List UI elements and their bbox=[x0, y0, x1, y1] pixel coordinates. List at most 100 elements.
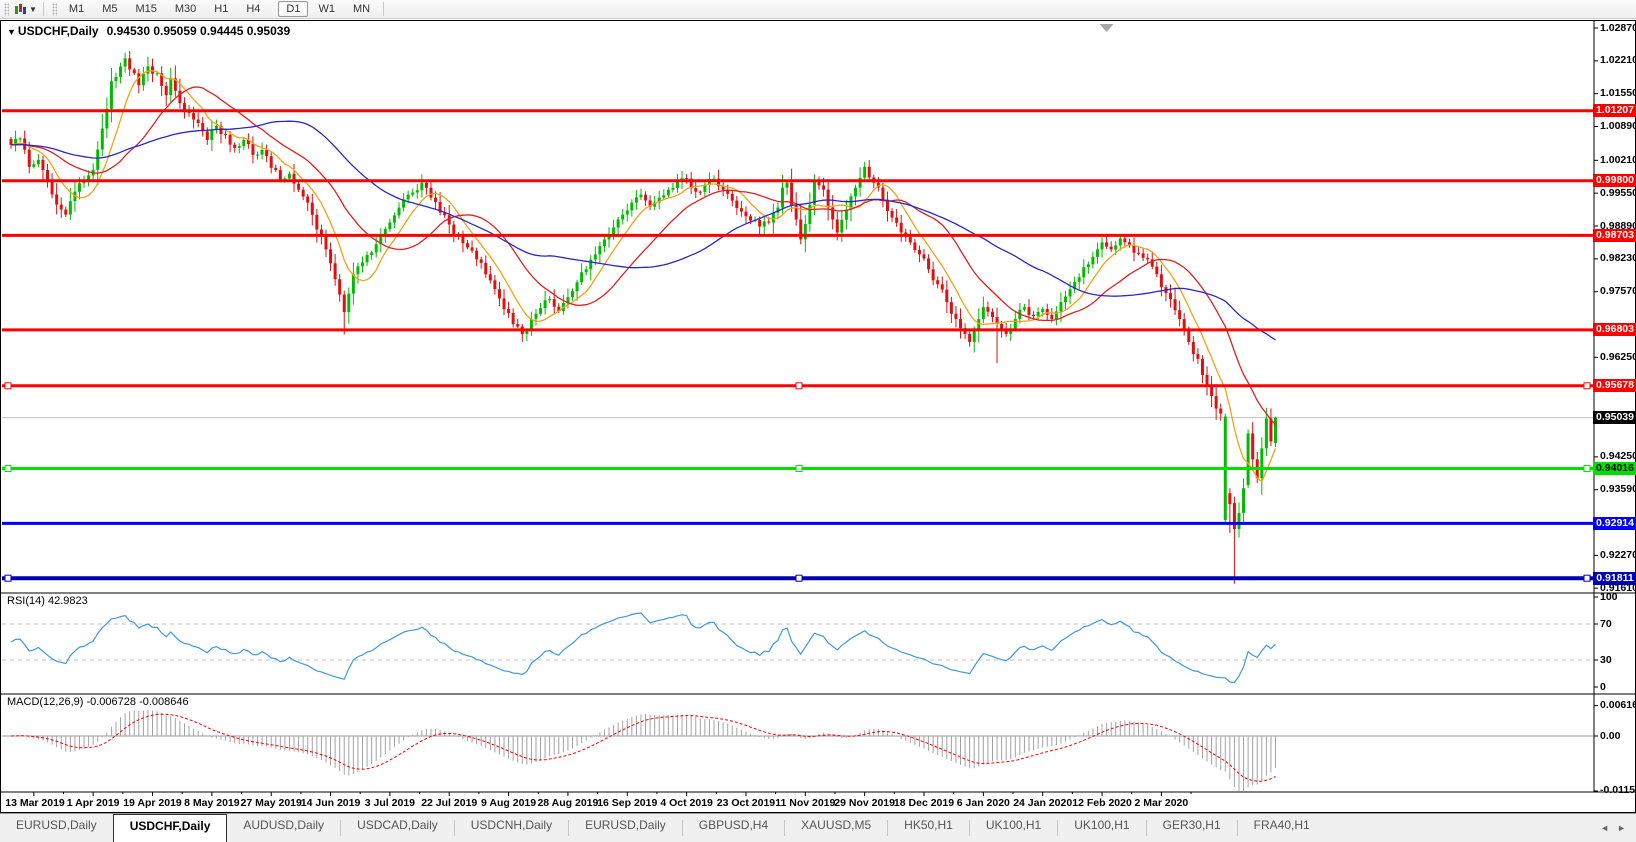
price-axis-tick-label: 0.98230 bbox=[1600, 252, 1636, 265]
timeframe-button-m15[interactable]: M15 bbox=[127, 1, 164, 17]
chart-tabs: EURUSD,DailyUSDCHF,DailyAUDUSD,DailyUSDC… bbox=[0, 814, 1326, 842]
price-axis-tick-label: 1.02870 bbox=[1600, 22, 1636, 35]
symbol-period-label: USDCHF,Daily bbox=[18, 24, 99, 38]
line-drag-handle[interactable] bbox=[1584, 575, 1590, 581]
date-axis-label: 18 Dec 2019 bbox=[894, 797, 954, 809]
rsi-axis-label: 30 bbox=[1600, 654, 1612, 667]
chart-tab-ger30-h1[interactable]: GER30,H1 bbox=[1147, 814, 1237, 842]
timeframe-button-h4[interactable]: H4 bbox=[238, 1, 268, 17]
macd-axis-label: -0.011531 bbox=[1600, 784, 1636, 797]
price-level-badge-0.95678: 0.95678 bbox=[1593, 379, 1636, 392]
line-drag-handle[interactable] bbox=[5, 383, 11, 389]
chart-tab-gbpusd-h4[interactable]: GBPUSD,H4 bbox=[683, 814, 784, 842]
ohlc-values: 0.94530 0.95059 0.94445 0.95039 bbox=[107, 24, 291, 38]
toolbar-grip[interactable] bbox=[52, 3, 57, 16]
bar-chart-icon[interactable] bbox=[14, 3, 27, 16]
line-drag-handle[interactable] bbox=[796, 465, 802, 471]
price-axis-tick-label: 0.99550 bbox=[1600, 187, 1636, 200]
date-axis-label: 22 Jul 2019 bbox=[421, 797, 477, 809]
date-axis-label: 16 Sep 2019 bbox=[597, 797, 657, 809]
chart-tab-usdchf-daily[interactable]: USDCHF,Daily bbox=[113, 814, 228, 842]
timeframe-button-m5[interactable]: M5 bbox=[94, 1, 125, 17]
line-drag-handle[interactable] bbox=[796, 383, 802, 389]
chart-tab-bar: EURUSD,DailyUSDCHF,DailyAUDUSD,DailyUSDC… bbox=[0, 813, 1636, 842]
date-axis-label: 28 Aug 2019 bbox=[537, 797, 598, 809]
line-drag-handle[interactable] bbox=[796, 575, 802, 581]
rsi-axis-label: 100 bbox=[1600, 591, 1618, 604]
price-axis-tick-label: 0.97570 bbox=[1600, 285, 1636, 298]
timeframe-button-m1[interactable]: M1 bbox=[61, 1, 92, 17]
chart-tab-hk50-h1[interactable]: HK50,H1 bbox=[888, 814, 969, 842]
date-axis-label: 24 Jan 2020 bbox=[1013, 797, 1072, 809]
collapse-triangle-icon[interactable]: ▼ bbox=[7, 27, 16, 37]
price-axis-tick-label: 1.00210 bbox=[1600, 154, 1636, 167]
price-level-badge-0.99800: 0.99800 bbox=[1593, 174, 1636, 187]
price-axis-tick-label: 0.96250 bbox=[1600, 351, 1636, 364]
toolbar-separator bbox=[383, 2, 384, 16]
price-axis-tick-label: 0.93590 bbox=[1600, 483, 1636, 496]
rsi-pane bbox=[2, 613, 1594, 683]
moving-average-line-21 bbox=[11, 87, 1276, 425]
price-level-badge-1.01207: 1.01207 bbox=[1593, 104, 1636, 117]
price-level-badge-0.91811: 0.91811 bbox=[1593, 572, 1636, 585]
timeframe-button-w1[interactable]: W1 bbox=[310, 1, 343, 17]
date-axis-label: 6 Jan 2020 bbox=[957, 797, 1010, 809]
date-axis-label: 1 Apr 2019 bbox=[67, 797, 120, 809]
toolbar-separator bbox=[43, 2, 44, 16]
date-axis-label: 8 May 2019 bbox=[184, 797, 239, 809]
rsi-axis-label: 70 bbox=[1600, 618, 1612, 631]
triangle-marker-icon bbox=[1100, 24, 1114, 32]
chart-tab-eurusd-daily[interactable]: EURUSD,Daily bbox=[569, 814, 682, 842]
chart-title: ▼USDCHF,Daily 0.94530 0.95059 0.94445 0.… bbox=[7, 24, 290, 38]
date-axis-label: 13 Mar 2019 bbox=[5, 797, 65, 809]
chart-tab-xauusd-m5[interactable]: XAUUSD,M5 bbox=[785, 814, 887, 842]
price-level-badge-0.96803: 0.96803 bbox=[1593, 323, 1636, 336]
price-level-badge-0.94016: 0.94016 bbox=[1593, 462, 1636, 475]
date-axis-label: 14 Jun 2019 bbox=[301, 797, 361, 809]
line-drag-handle[interactable] bbox=[1584, 465, 1590, 471]
chart-tab-usdcnh-daily[interactable]: USDCNH,Daily bbox=[455, 814, 568, 842]
moving-average-line-8 bbox=[11, 71, 1276, 482]
rsi-line bbox=[11, 613, 1276, 683]
candlestick-chart-canvas[interactable] bbox=[1, 21, 1636, 814]
timeframe-buttons: M1M5M15M30H1H4 D1W1MN bbox=[60, 3, 379, 15]
timeframe-button-d1[interactable]: D1 bbox=[278, 1, 308, 17]
macd-pane bbox=[2, 710, 1594, 792]
macd-signal-line bbox=[11, 714, 1276, 781]
chart-tab-uk100-h1[interactable]: UK100,H1 bbox=[1058, 814, 1145, 842]
trading-app-window: ▼ M1M5M15M30H1H4D1W1MN ▼USDCHF,Daily 0.9… bbox=[0, 0, 1636, 842]
price-level-badge-0.95039: 0.95039 bbox=[1593, 411, 1636, 424]
tab-scroll-right-icon[interactable]: ► bbox=[1617, 823, 1626, 833]
chevron-down-icon[interactable]: ▼ bbox=[29, 5, 37, 14]
chart-tab-fra40-h1[interactable]: FRA40,H1 bbox=[1238, 814, 1326, 842]
date-axis-label: 3 Jul 2019 bbox=[365, 797, 415, 809]
date-axis-label: 9 Aug 2019 bbox=[481, 797, 536, 809]
date-axis-label: 2 Mar 2020 bbox=[1135, 797, 1189, 809]
price-axis-tick-label: 1.02210 bbox=[1600, 54, 1636, 67]
macd-indicator-label: MACD(12,26,9) -0.006728 -0.008646 bbox=[7, 696, 189, 708]
chart-tab-usdcad-daily[interactable]: USDCAD,Daily bbox=[341, 814, 454, 842]
chart-tab-eurusd-daily[interactable]: EURUSD,Daily bbox=[0, 814, 113, 842]
price-level-badge-0.98703: 0.98703 bbox=[1593, 229, 1636, 242]
line-drag-handle[interactable] bbox=[5, 465, 11, 471]
date-axis-label: 27 May 2019 bbox=[241, 797, 302, 809]
line-drag-handle[interactable] bbox=[1584, 383, 1590, 389]
tab-scroll-left-icon[interactable]: ◄ bbox=[1600, 823, 1609, 833]
price-axis-tick-label: 0.92270 bbox=[1600, 549, 1636, 562]
chart-window[interactable]: ▼USDCHF,Daily 0.94530 0.95059 0.94445 0.… bbox=[0, 20, 1636, 813]
toolbar-grip[interactable] bbox=[4, 3, 9, 16]
macd-axis-label: 0.006167 bbox=[1600, 699, 1636, 712]
price-level-badge-0.92914: 0.92914 bbox=[1593, 517, 1636, 530]
chart-tab-uk100-h1[interactable]: UK100,H1 bbox=[970, 814, 1057, 842]
price-axis-tick-label: 1.01550 bbox=[1600, 87, 1636, 100]
date-axis-label: 23 Oct 2019 bbox=[717, 797, 775, 809]
macd-axis-label: 0.00 bbox=[1600, 730, 1620, 743]
timeframe-button-mn[interactable]: MN bbox=[345, 1, 378, 17]
line-drag-handle[interactable] bbox=[5, 575, 11, 581]
timeframe-button-h1[interactable]: H1 bbox=[206, 1, 236, 17]
timeframe-button-m30[interactable]: M30 bbox=[167, 1, 204, 17]
chart-tab-audusd-daily[interactable]: AUDUSD,Daily bbox=[227, 814, 340, 842]
date-axis-label: 29 Nov 2019 bbox=[834, 797, 895, 809]
date-axis-label: 11 Nov 2019 bbox=[775, 797, 835, 809]
date-axis-label: 19 Apr 2019 bbox=[123, 797, 182, 809]
